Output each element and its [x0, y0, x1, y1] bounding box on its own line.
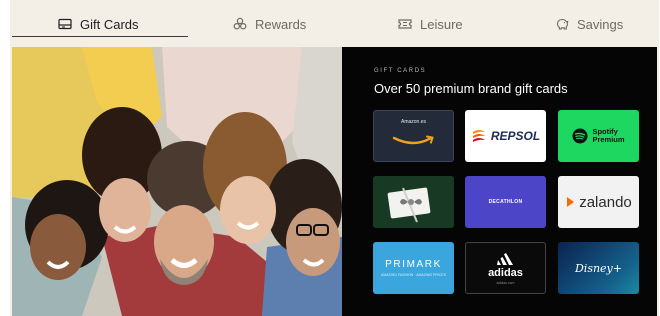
tab-gift-cards[interactable]: Gift Cards — [57, 9, 139, 39]
repsol-label: REPSOL — [490, 129, 541, 143]
gift-card-disney[interactable]: Disney+ — [558, 242, 639, 294]
repsol-flame-logo — [472, 130, 485, 142]
tab-leisure[interactable]: Leisure — [397, 9, 463, 39]
gift-cards-showcase: GIFT CARDS Over 50 premium brand gift ca… — [342, 47, 657, 316]
disney-label: Disney+ — [574, 261, 622, 275]
decathlon-label: DECATHLON — [488, 199, 523, 205]
amazon-label: Amazon.es — [400, 119, 426, 125]
face — [30, 214, 86, 280]
gift-card-icon — [57, 16, 73, 32]
section-eyebrow: GIFT CARDS — [374, 68, 427, 74]
ticket-icon — [397, 16, 413, 32]
tab-bar: Gift Cards Rewards Leisure Savings — [10, 0, 659, 47]
tab-savings[interactable]: Savings — [554, 9, 623, 39]
tab-label: Savings — [577, 16, 624, 32]
adidas-url: adidas.com — [496, 281, 515, 285]
promo-widget: Gift Cards Rewards Leisure Savings GIFT … — [10, 0, 659, 316]
zalando-logo — [567, 197, 575, 207]
primark-tagline: AMAZING FASHION · AMAZING PRICES — [380, 273, 447, 277]
gift-card-amazon[interactable]: Amazon.es — [373, 110, 454, 162]
piggy-bank-icon — [554, 16, 570, 32]
gift-cards-panel: GIFT CARDS Over 50 premium brand gift ca… — [12, 47, 657, 316]
active-tab-indicator — [12, 36, 188, 37]
zalando-label: zalando — [579, 193, 632, 211]
tab-label: Leisure — [420, 16, 463, 32]
gift-card-spotify[interactable]: Spotify Premium — [558, 110, 639, 162]
hero-photo — [12, 47, 342, 316]
gift-card-zalando[interactable]: zalando — [558, 176, 639, 228]
rewards-icon — [232, 16, 248, 32]
spotify-logo — [572, 128, 588, 144]
gift-card-ribbon — [373, 176, 454, 228]
gift-card-repsol[interactable]: REPSOL — [465, 110, 546, 162]
tab-label: Gift Cards — [80, 16, 139, 32]
gift-card-generic[interactable] — [373, 176, 454, 228]
spotify-label-line2: Premium — [592, 135, 625, 144]
gift-card-decathlon[interactable]: DECATHLON — [465, 176, 546, 228]
adidas-label: adidas — [488, 267, 523, 279]
primark-label: PRIMARK — [385, 259, 442, 270]
amazon-smile-logo — [392, 135, 434, 145]
adidas-logo — [497, 253, 513, 265]
gift-card-adidas[interactable]: adidas adidas.com — [465, 242, 546, 294]
gift-card-primark[interactable]: PRIMARK AMAZING FASHION · AMAZING PRICES — [373, 242, 454, 294]
spotify-label: Spotify Premium — [592, 128, 624, 144]
section-headline: Over 50 premium brand gift cards — [374, 81, 568, 96]
tab-label: Rewards — [255, 16, 307, 32]
tab-rewards[interactable]: Rewards — [232, 9, 306, 39]
